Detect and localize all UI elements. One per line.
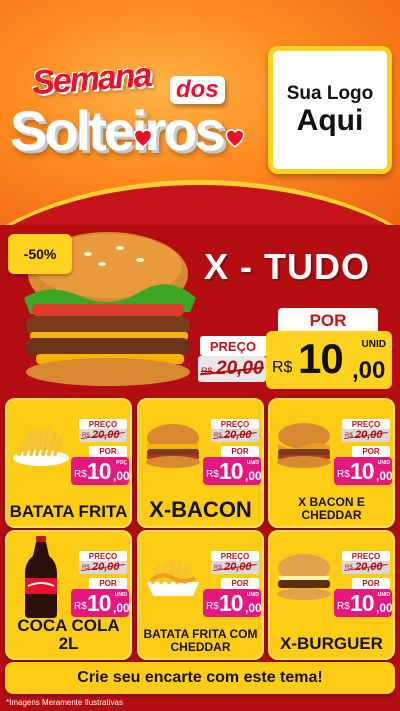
- old-price: R$ 20,00: [79, 429, 127, 442]
- hero-price-int: 10: [298, 335, 344, 382]
- product-name: BATATA FRITA: [9, 502, 128, 522]
- old-price: R$ 20,00: [342, 429, 390, 442]
- hero-price-dec: ,00: [352, 357, 386, 384]
- price-int: 10: [219, 458, 244, 484]
- product-name: X BACON E CHEDDAR: [298, 494, 365, 522]
- preco-label: PREÇO: [342, 419, 390, 429]
- old-price: R$ 20,00: [342, 561, 390, 574]
- price-dec: ,00: [376, 601, 393, 615]
- x-burguer-image: [277, 554, 331, 600]
- preco-label: PREÇO: [342, 551, 390, 561]
- product-card[interactable]: PREÇO R$ 20,00 POR R$ 10 ,00 UNID COCA C…: [5, 530, 132, 660]
- product-name: COCA COLA 2L: [17, 615, 120, 654]
- price: R$ 10 ,00 UNID: [71, 589, 130, 617]
- por-label: POR: [352, 446, 390, 457]
- fries-cheddar-image: [147, 560, 199, 596]
- product-card[interactable]: PREÇO R$ 20,00 POR R$ 10 ,00 UNID BATATA…: [137, 530, 264, 660]
- price-int: 10: [350, 458, 375, 484]
- currency: R$: [206, 469, 219, 480]
- header-banner: Semana dos Solteiros Sua Logo Aqui: [0, 0, 400, 225]
- por-label: POR: [89, 446, 127, 457]
- por-label: POR: [89, 578, 127, 589]
- heart-icon: [133, 129, 153, 148]
- preco-label: PREÇO: [79, 551, 127, 561]
- create-flyer-button[interactable]: Crie seu encarte com este tema!: [5, 662, 395, 694]
- currency: R$: [74, 601, 87, 612]
- currency: R$: [337, 469, 350, 480]
- brand-title: Semana dos Solteiros: [10, 55, 260, 168]
- fries-image: [13, 428, 69, 466]
- heart-icon: [225, 129, 245, 148]
- hero-unit: UNID: [361, 339, 386, 350]
- hero-preco-label: PREÇO: [200, 336, 266, 356]
- price-dec: ,00: [245, 469, 262, 483]
- preco-label: PREÇO: [211, 551, 259, 561]
- old-price: R$ 20,00: [79, 561, 127, 574]
- brand-semana: Semana: [30, 55, 152, 103]
- hero-currency: R$: [272, 359, 293, 376]
- product-card[interactable]: PREÇO R$ 20,00 POR R$ 10 ,00 UNID X-BACO…: [137, 398, 264, 528]
- price: R$ 10 ,00 UNID: [334, 457, 393, 485]
- x-bacon-image: [146, 424, 200, 468]
- discount-badge: -50%: [8, 234, 72, 274]
- old-price: R$ 20,00: [211, 429, 259, 442]
- product-card[interactable]: PREÇO R$ 20,00 POR R$ 10 ,00 POÇ BATATA …: [5, 398, 132, 528]
- preco-label: PREÇO: [211, 419, 259, 429]
- price-int: 10: [87, 458, 112, 484]
- currency: R$: [206, 601, 219, 612]
- price-dec: ,00: [376, 469, 393, 483]
- disclaimer-text: *Imagens Meramente Ilustrativas: [6, 698, 123, 707]
- unit: UNID: [377, 592, 390, 598]
- unit: UNID: [377, 460, 390, 466]
- logo-placeholder[interactable]: Sua Logo Aqui: [268, 46, 392, 174]
- currency: R$: [74, 469, 87, 480]
- price: R$ 10 ,00 POÇ: [71, 457, 130, 485]
- unit: UNID: [246, 460, 259, 466]
- por-label: POR: [352, 578, 390, 589]
- currency: R$: [337, 601, 350, 612]
- old-price: R$ 20,00: [211, 561, 259, 574]
- preco-label: PREÇO: [79, 419, 127, 429]
- price-int: 10: [87, 590, 112, 616]
- price-dec: ,00: [113, 601, 130, 615]
- price-dec: ,00: [113, 469, 130, 483]
- hero-old-price: R$ 20,00: [198, 356, 266, 382]
- price-dec: ,00: [245, 601, 262, 615]
- logo-text-line1: Sua Logo: [286, 83, 374, 105]
- hero-price: R$ 10 ,00 UNID: [266, 331, 392, 389]
- por-label: POR: [221, 578, 259, 589]
- product-name: BATATA FRITA COM CHEDDAR: [143, 626, 258, 654]
- hero-product-name: X - TUDO: [204, 246, 370, 287]
- product-name: X-BURGUER: [280, 634, 383, 654]
- por-label: POR: [221, 446, 259, 457]
- product-card[interactable]: PREÇO R$ 20,00 POR R$ 10 ,00 UNID X-BURG…: [268, 530, 395, 660]
- product-name: X-BACON: [149, 496, 252, 522]
- logo-text-line2: Aqui: [296, 104, 364, 138]
- price-int: 10: [350, 590, 375, 616]
- price-int: 10: [219, 590, 244, 616]
- product-card[interactable]: PREÇO R$ 20,00 POR R$ 10 ,00 UNID X BACO…: [268, 398, 395, 528]
- soda-bottle-image: [25, 536, 57, 618]
- unit: UNID: [246, 592, 259, 598]
- unit: UNID: [114, 592, 127, 598]
- x-bacon-cheddar-image: [277, 423, 331, 468]
- unit: POÇ: [116, 460, 127, 466]
- brand-solteiros: Solteiros: [10, 99, 226, 162]
- price: R$ 10 ,00 UNID: [203, 457, 262, 485]
- price: R$ 10 ,00 UNID: [203, 589, 262, 617]
- price: R$ 10 ,00 UNID: [334, 589, 393, 617]
